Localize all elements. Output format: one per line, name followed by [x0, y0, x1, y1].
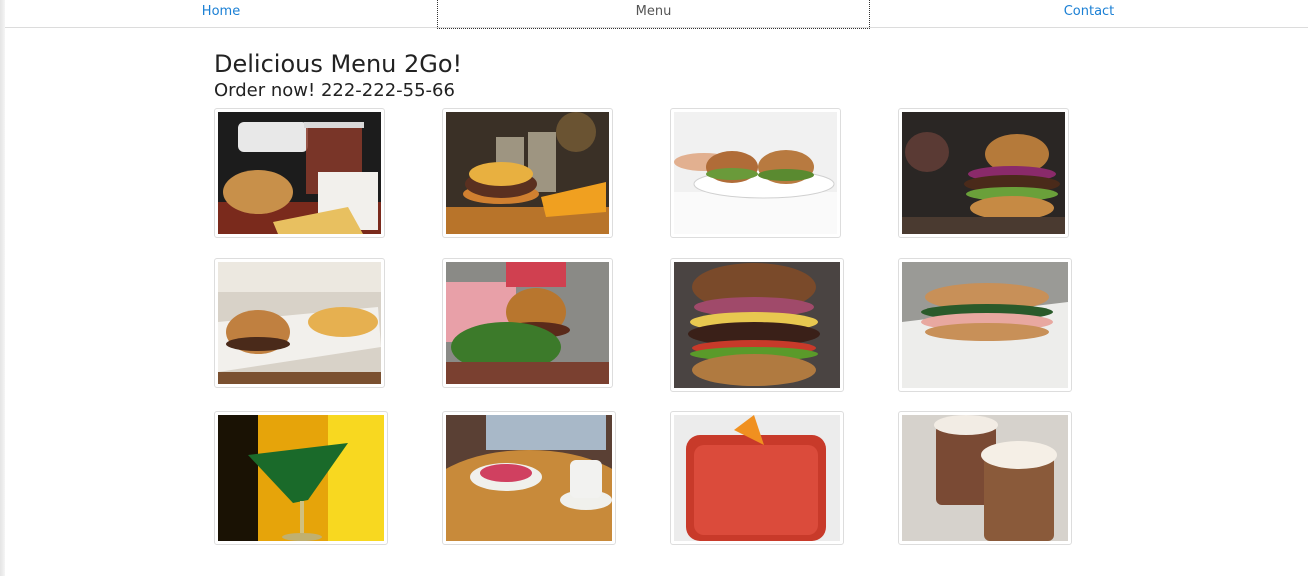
burger-dark-background-photo — [902, 112, 1065, 234]
red-cocktail-photo — [674, 415, 840, 541]
burger-tray-fries-photo — [218, 262, 381, 384]
menu-item-1[interactable] — [214, 108, 385, 238]
menu-item-11[interactable] — [670, 411, 844, 545]
page-subtitle: Order now! 222-222-55-66 — [214, 80, 455, 101]
menu-item-10[interactable] — [442, 411, 616, 545]
menu-item-7[interactable] — [670, 258, 844, 392]
nav-menu-link[interactable]: Menu — [437, 0, 870, 29]
menu-item-9[interactable] — [214, 411, 388, 545]
menu-item-12[interactable] — [898, 411, 1072, 545]
burger-fries-drink-photo — [218, 112, 381, 234]
green-martini-photo — [218, 415, 384, 541]
menu-item-8[interactable] — [898, 258, 1072, 392]
hot-chocolate-photo — [902, 415, 1068, 541]
dessert-coffee-photo — [446, 415, 612, 541]
burger-fries-beer-photo — [446, 112, 609, 234]
menu-item-6[interactable] — [442, 258, 613, 388]
top-nav: Home Menu Contact — [5, 0, 1308, 29]
burger-closeup-photo — [674, 262, 840, 388]
menu-item-2[interactable] — [442, 108, 613, 238]
left-edge — [0, 0, 5, 576]
burger-salad-checkered-photo — [446, 262, 609, 384]
nav-contact-link[interactable]: Contact — [870, 0, 1308, 28]
menu-item-3[interactable] — [670, 108, 841, 238]
menu-item-4[interactable] — [898, 108, 1069, 238]
burgers-on-plate-photo — [674, 112, 837, 234]
sandwich-photo — [902, 262, 1068, 388]
nav-home-link[interactable]: Home — [5, 0, 437, 28]
page-title: Delicious Menu 2Go! — [214, 50, 463, 78]
menu-item-5[interactable] — [214, 258, 385, 388]
